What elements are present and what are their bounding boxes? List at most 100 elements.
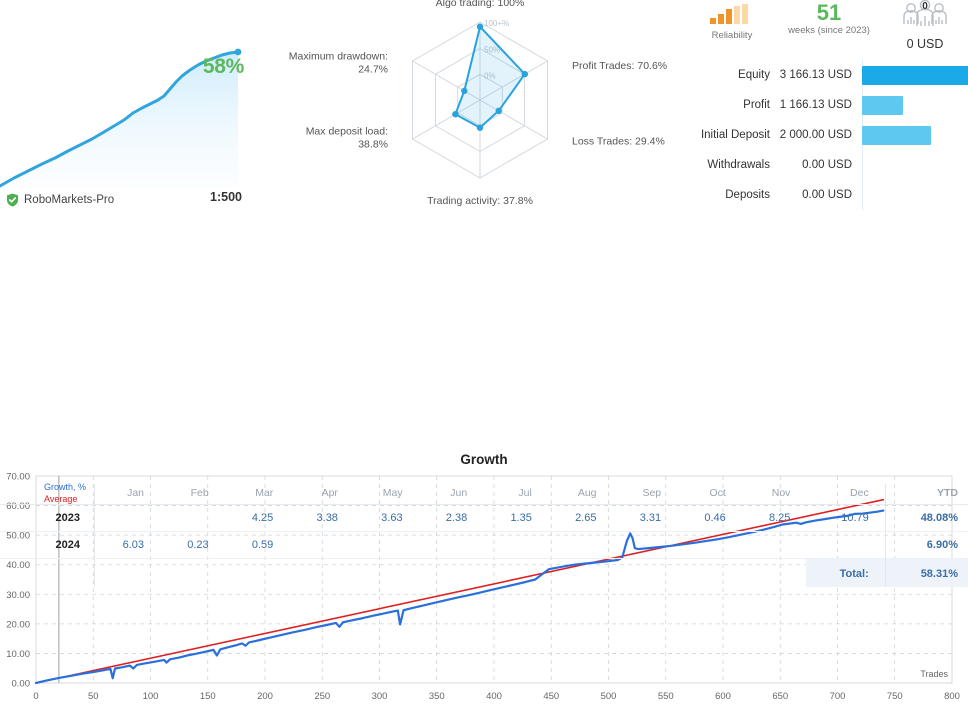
- radar-point-4: [452, 111, 459, 118]
- weeks-value: 51: [816, 0, 842, 25]
- growth-chart-section: Growth 0.00 10.00 20.00 30.00 40.00 50.00 60.0…: [0, 220, 968, 702]
- stat-label: Withdrawals: [707, 159, 770, 171]
- th-month-jul: Jul: [483, 484, 548, 505]
- x-tick-label: 0: [33, 691, 38, 702]
- cell-empty: [419, 559, 484, 588]
- x-tick-label: 100: [143, 691, 159, 702]
- radar-point-0: [476, 23, 484, 30]
- cell-month-value: 1.35: [483, 504, 548, 532]
- cell-empty: [548, 559, 613, 588]
- stat-row: Profit 1 166.13 USD: [690, 90, 968, 120]
- radar-axis-label-maximum-drawdown: Maximum drawdown:: [289, 50, 388, 62]
- cell-month-value: [483, 531, 548, 559]
- broker-name: RoboMarkets-Pro: [24, 194, 115, 206]
- cell-month-value: 0.46: [677, 504, 742, 532]
- stat-bar-wrap: [858, 180, 968, 210]
- cell-month-value: 0.59: [224, 531, 290, 559]
- stat-bar: [862, 66, 968, 85]
- account-stats-panel: Reliability 51 weeks (since 2023) 0 0 US…: [690, 0, 968, 220]
- x-tick-label: 650: [772, 691, 788, 702]
- cell-month-value: [547, 531, 613, 559]
- cell-month-value: [612, 531, 678, 559]
- x-axis-label: Trades: [920, 669, 948, 679]
- table-total-row: Total: 58.31%: [0, 558, 968, 588]
- radar-point-5: [461, 87, 468, 95]
- radar-axis-label-loss-trades: Loss Trades: 29.4%: [572, 136, 665, 148]
- th-month-nov: Nov: [741, 484, 807, 505]
- reliability-badge: Reliability: [698, 4, 766, 41]
- th-month-may: May: [353, 484, 419, 505]
- weeks-badge: 51 weeks (since 2023): [774, 0, 884, 37]
- x-tick-label: 800: [944, 691, 960, 702]
- x-tick-label: 600: [715, 691, 731, 702]
- sparkline-chart: [0, 48, 242, 188]
- cell-month-value: [677, 531, 742, 559]
- radar-point-1: [521, 70, 528, 78]
- cell-empty: [677, 559, 742, 588]
- x-tick-label: 250: [314, 691, 330, 702]
- shield-check-icon: [7, 193, 18, 207]
- table-header-row: Jan Feb Mar Apr May Jun Jul Aug Sep Oct Nov Dec YTD: [0, 484, 968, 505]
- cell-month-value: 2.38: [418, 504, 484, 532]
- th-month-mar: Mar: [224, 484, 290, 505]
- radar-axis-value-max-deposit-load: 38.8%: [358, 138, 388, 150]
- cell-month-value: 6.03: [94, 531, 161, 559]
- stat-bar-wrap: [858, 120, 968, 150]
- metrics-radar-panel: 100+% 50% 0% Algo trading: 100% Profit Trade…: [262, 0, 690, 220]
- x-tick-label: 700: [830, 691, 846, 702]
- stat-row: Deposits 0.00 USD: [690, 180, 968, 210]
- radar-point-2: [495, 107, 502, 115]
- cell-month-value: 3.38: [289, 504, 354, 532]
- stat-label: Deposits: [725, 189, 770, 201]
- table-row: 2023 4.25 3.38 3.63 2.38 1.35 2.65 3.31 0.46 8.25…: [0, 504, 968, 532]
- people-icon: 0: [903, 0, 947, 26]
- total-value: 58.31%: [884, 558, 968, 587]
- signal-bars-icon: [710, 4, 748, 24]
- cell-empty: [225, 559, 290, 588]
- reliability-caption: Reliability: [711, 30, 753, 41]
- th-month-feb: Feb: [160, 484, 225, 505]
- leverage-value: 1:500: [210, 190, 242, 204]
- cell-month-value: [94, 504, 161, 532]
- th-month-jan: Jan: [94, 484, 161, 505]
- cell-year: 2023: [0, 504, 95, 532]
- y-tick-label: 30.00: [6, 590, 30, 601]
- stat-row: Withdrawals 0.00 USD: [690, 150, 968, 180]
- th-month-sep: Sep: [612, 484, 678, 505]
- x-tick-label: 500: [601, 691, 617, 702]
- cell-month-value: 4.25: [224, 504, 290, 532]
- th-month-jun: Jun: [418, 484, 484, 505]
- radar-axis-label-max-deposit-load: Max deposit load:: [306, 125, 388, 137]
- th-year: [0, 484, 95, 505]
- cell-ytd: 48.08%: [884, 504, 968, 532]
- y-tick-label: 10.00: [6, 649, 30, 660]
- x-tick-label: 50: [88, 691, 99, 702]
- stat-value: 3 166.13 USD: [779, 69, 852, 81]
- stat-value: 0.00 USD: [802, 159, 852, 171]
- th-ytd: YTD: [884, 484, 968, 505]
- radar-chart: 100+%50%0%Algo trading: 100%Profit Trade…: [289, 0, 667, 207]
- stats-badges: Reliability 51 weeks (since 2023) 0 0 US…: [690, 0, 968, 55]
- cell-month-value: 2.65: [547, 504, 613, 532]
- cell-month-value: 0.23: [160, 531, 225, 559]
- cell-month-value: [806, 531, 886, 559]
- y-tick-label: 0.00: [12, 679, 31, 690]
- radar-axis-value-maximum-drawdown: 24.7%: [358, 63, 388, 75]
- radar-axis-label-trading-activity: Trading activity: 37.8%: [427, 195, 533, 207]
- x-tick-label: 350: [429, 691, 445, 702]
- stat-rows: Equity 3 166.13 USD Profit 1 166.13 USD Init…: [690, 60, 968, 210]
- growth-percent-label: 58%: [202, 55, 244, 78]
- stat-bar-wrap: [858, 90, 968, 120]
- account-dashboard: 58% RoboMarkets-Pro 1:500 100+% 50% 0% Algo…: [0, 0, 968, 702]
- radar-point-3: [476, 124, 484, 131]
- th-month-apr: Apr: [289, 484, 354, 505]
- cell-empty: [483, 559, 548, 588]
- th-month-aug: Aug: [547, 484, 613, 505]
- cell-month-value: [353, 531, 419, 559]
- stat-label: Profit: [743, 99, 770, 111]
- total-label: Total:: [806, 558, 886, 587]
- th-month-dec: Dec: [806, 484, 886, 505]
- cell-month-value: 10.79: [806, 504, 886, 532]
- cell-empty: [95, 559, 161, 588]
- stat-axis-line: [862, 180, 863, 210]
